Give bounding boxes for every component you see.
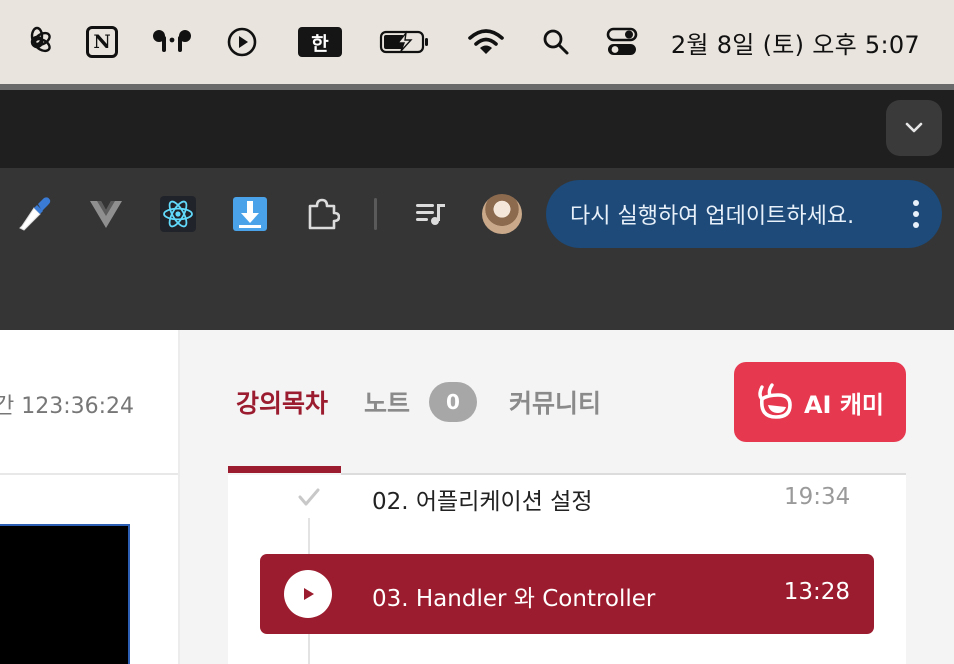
notion-letter: N <box>86 26 118 58</box>
openai-icon[interactable] <box>20 22 54 62</box>
check-icon <box>296 484 322 510</box>
tab-community[interactable]: 커뮤니티 <box>509 384 601 420</box>
tab-curriculum[interactable]: 강의목차 <box>236 384 328 420</box>
battery-charging-icon[interactable] <box>378 22 432 62</box>
play-icon[interactable] <box>284 570 332 618</box>
left-divider <box>0 473 178 475</box>
profile-avatar[interactable] <box>482 194 522 234</box>
more-menu-icon[interactable] <box>912 200 920 228</box>
notion-icon[interactable]: N <box>84 22 120 62</box>
react-devtools-icon[interactable] <box>158 194 198 234</box>
play-circle-icon[interactable] <box>224 22 260 62</box>
current-lecture-row[interactable]: 03. Handler 와 Controller 13:28 <box>260 554 874 634</box>
lecture-title[interactable]: 02. 어플리케이션 설정 <box>372 482 592 516</box>
current-lecture-title: 03. Handler 와 Controller <box>372 586 656 612</box>
tab-search-button[interactable] <box>886 100 942 156</box>
input-source-icon[interactable]: 한 <box>298 22 342 62</box>
wifi-icon[interactable] <box>466 22 506 62</box>
toolbar-divider <box>374 198 377 230</box>
tab-strip <box>0 90 954 168</box>
video-player[interactable] <box>0 524 130 664</box>
ai-mascot-icon <box>758 383 792 419</box>
active-tab-indicator <box>228 466 341 473</box>
ai-button-label: AI 캐미 <box>803 390 885 419</box>
media-queue-icon[interactable] <box>410 194 450 234</box>
vue-devtools-icon[interactable] <box>86 194 126 234</box>
search-icon[interactable] <box>540 22 572 62</box>
ai-assistant-button[interactable]: AI 캐미 <box>734 362 906 442</box>
update-notice-text: 다시 실행하여 업데이트하세요. <box>570 204 855 229</box>
puzzle-extensions-icon[interactable] <box>302 194 342 234</box>
tab-notes[interactable]: 노트 <box>364 384 410 420</box>
lecture-duration-text: 19:34 <box>784 484 851 510</box>
control-center-icon[interactable] <box>604 22 640 62</box>
current-lecture-duration: 13:28 <box>783 579 850 605</box>
download-icon[interactable] <box>230 194 270 234</box>
menubar-clock[interactable]: 2월 8일 (토) 오후 5:07 <box>671 22 920 62</box>
update-relaunch-button[interactable]: 다시 실행하여 업데이트하세요. <box>546 180 942 248</box>
chevron-down-icon <box>905 122 923 133</box>
total-duration: 간 123:36:24 <box>0 394 135 419</box>
airpods-icon[interactable] <box>150 22 194 62</box>
input-source-label: 한 <box>298 27 342 57</box>
eyedropper-icon[interactable] <box>14 194 54 234</box>
notes-count-badge: 0 <box>429 382 477 422</box>
